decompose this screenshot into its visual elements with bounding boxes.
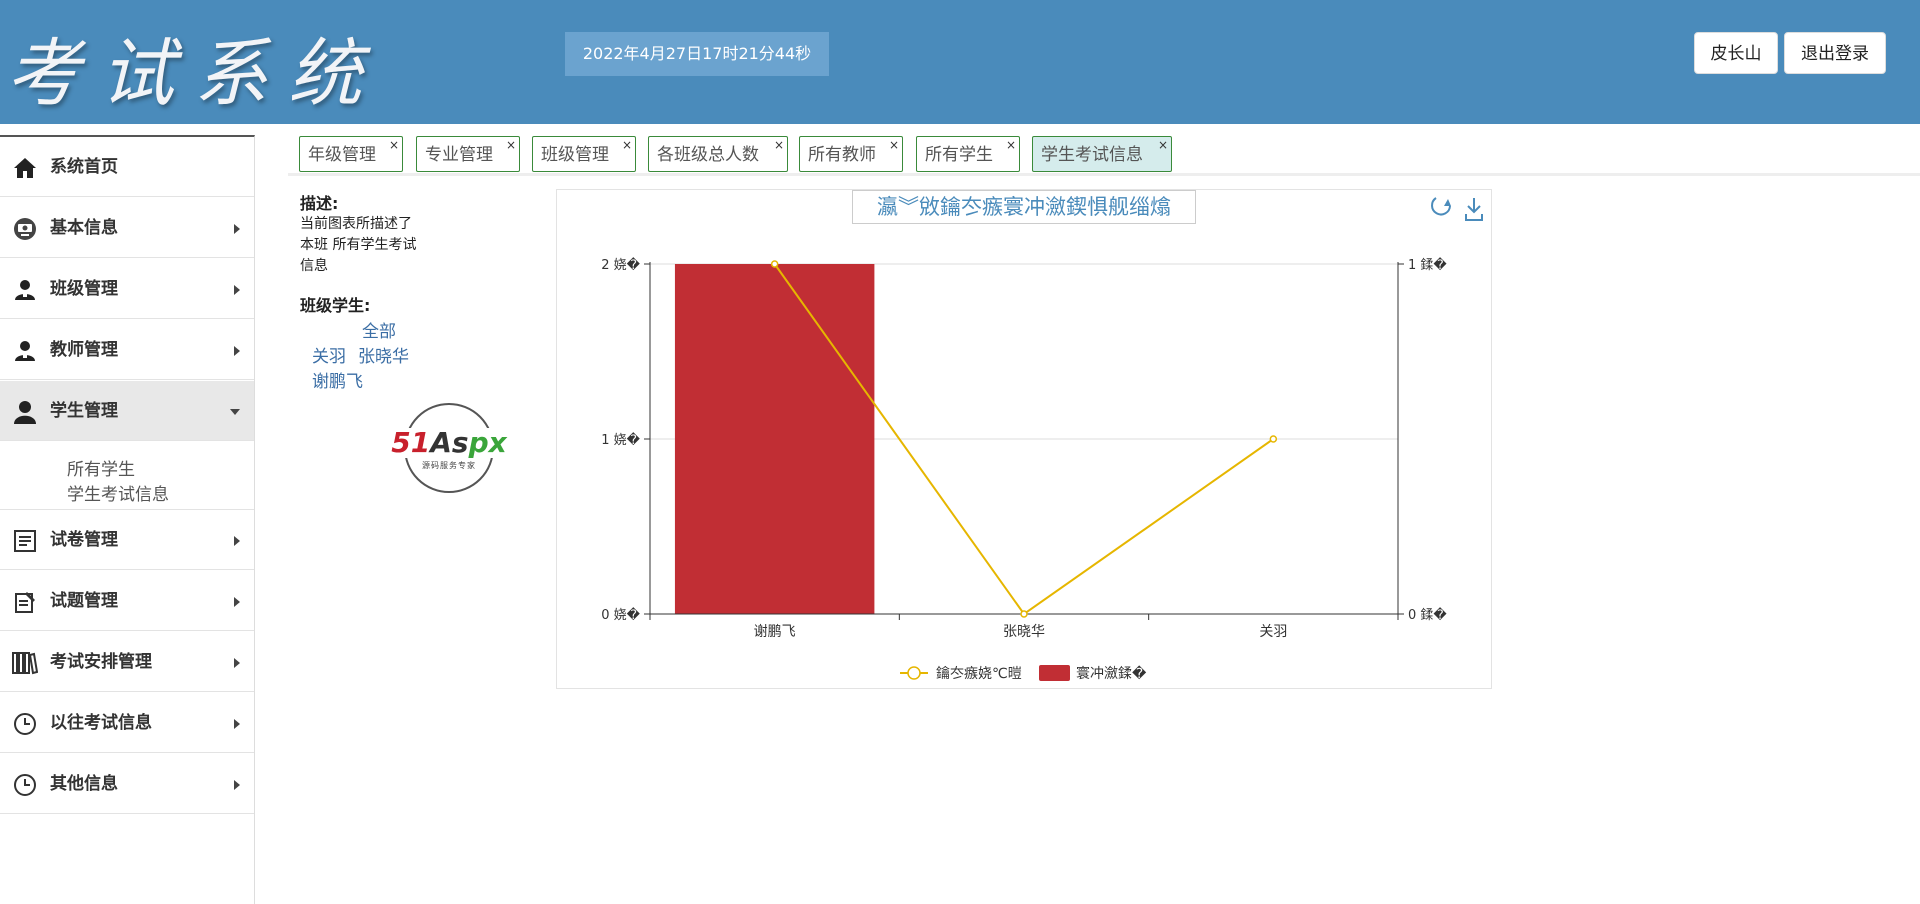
tab-bar: 年级管理 × 专业管理 × 班级管理 × 各班级总人数 × 所有教师 × 所有学…: [288, 133, 1920, 176]
user-icon: [12, 399, 38, 425]
student-link[interactable]: 关羽: [312, 342, 346, 367]
close-icon[interactable]: ×: [774, 127, 784, 163]
sidebar-item-label: 试卷管理: [50, 530, 118, 550]
users-icon: [12, 338, 38, 364]
tab-label: 所有教师: [808, 145, 876, 165]
clock-icon: [12, 772, 38, 798]
tab-student-exam-info[interactable]: 学生考试信息 ×: [1032, 136, 1172, 172]
chevron-right-icon: [234, 597, 240, 607]
sidebar-item-label: 基本信息: [50, 218, 118, 238]
description-title: 描述:: [300, 194, 339, 213]
close-icon[interactable]: ×: [889, 127, 899, 163]
chevron-right-icon: [234, 780, 240, 790]
header-bar: 考试系统 2022年4月27日17时21分44秒 皮长山 退出登录: [0, 0, 1920, 124]
sidebar-item-past-exams[interactable]: 以往考试信息: [0, 693, 254, 753]
chevron-right-icon: [234, 224, 240, 234]
sidebar-item-paper-management[interactable]: 试卷管理: [0, 510, 254, 570]
document-icon: [12, 528, 38, 554]
sidebar-item-basic-info[interactable]: 基本信息: [0, 198, 254, 258]
current-datetime: 2022年4月27日17时21分44秒: [565, 32, 829, 76]
sidebar-item-other-info[interactable]: 其他信息: [0, 754, 254, 814]
home-icon: [12, 155, 38, 181]
sidebar-item-label: 系统首页: [50, 157, 118, 177]
sidebar-item-teacher-management[interactable]: 教师管理: [0, 320, 254, 380]
tab-label: 学生考试信息: [1041, 145, 1143, 165]
student-link-all[interactable]: 全部: [362, 317, 396, 342]
brand-logo: 51Aspx: [384, 428, 514, 458]
tab-label: 专业管理: [425, 145, 493, 165]
brand-subtitle: 源码服务专家: [422, 461, 476, 470]
tab-all-students[interactable]: 所有学生 ×: [916, 136, 1020, 172]
chevron-right-icon: [234, 285, 240, 295]
student-link[interactable]: 谢鹏飞: [312, 367, 363, 392]
logout-button[interactable]: 退出登录: [1784, 32, 1886, 74]
students-title: 班级学生:: [300, 296, 371, 315]
student-link[interactable]: 张晓华: [358, 342, 409, 367]
app-logo: 考试系统: [6, 31, 382, 117]
submenu-all-students[interactable]: 所有学生: [67, 455, 135, 480]
close-icon[interactable]: ×: [1158, 127, 1168, 163]
sidebar-item-label: 学生管理: [50, 401, 118, 421]
close-icon[interactable]: ×: [389, 127, 399, 163]
sidebar-item-student-management[interactable]: 学生管理: [0, 381, 254, 441]
user-button[interactable]: 皮长山: [1694, 32, 1778, 74]
chevron-right-icon: [234, 536, 240, 546]
tab-all-teachers[interactable]: 所有教师 ×: [799, 136, 903, 172]
users-icon: [12, 277, 38, 303]
sidebar-item-home[interactable]: 系统首页: [0, 137, 254, 197]
chevron-right-icon: [234, 346, 240, 356]
sidebar-item-class-management[interactable]: 班级管理: [0, 259, 254, 319]
sidebar-item-label: 教师管理: [50, 340, 118, 360]
chevron-right-icon: [234, 719, 240, 729]
submenu-student-exam-info[interactable]: 学生考试信息: [67, 480, 169, 505]
description-line: 本班 所有学生考试: [300, 237, 417, 253]
tab-label: 所有学生: [925, 145, 993, 165]
tab-class-totals[interactable]: 各班级总人数 ×: [648, 136, 788, 172]
chevron-down-icon: [230, 409, 240, 415]
clock-icon: [12, 711, 38, 737]
close-icon[interactable]: ×: [622, 127, 632, 163]
chart-title: 瀛︾敓鑰冭瘯寰冲瀲鍥惧舰缁熻: [852, 190, 1196, 224]
close-icon[interactable]: ×: [1006, 127, 1016, 163]
tab-label: 班级管理: [541, 145, 609, 165]
tab-label: 年级管理: [308, 145, 376, 165]
close-icon[interactable]: ×: [506, 127, 516, 163]
tab-label: 各班级总人数: [657, 145, 759, 165]
description-text: 当前图表所描述了 本班 所有学生考试 信息: [300, 214, 440, 277]
sidebar-item-label: 其他信息: [50, 774, 118, 794]
tab-major-management[interactable]: 专业管理 ×: [416, 136, 520, 172]
sidebar-item-label: 试题管理: [50, 591, 118, 611]
chevron-right-icon: [234, 658, 240, 668]
sidebar-item-label: 考试安排管理: [50, 652, 152, 672]
books-icon: [12, 650, 38, 676]
sidebar-item-label: 以往考试信息: [50, 713, 152, 733]
sidebar-item-label: 班级管理: [50, 279, 118, 299]
sidebar-item-exam-schedule[interactable]: 考试安排管理: [0, 632, 254, 692]
tab-grade-management[interactable]: 年级管理 ×: [299, 136, 403, 172]
tab-class-management[interactable]: 班级管理 ×: [532, 136, 636, 172]
edit-icon: [12, 589, 38, 615]
description-line: 信息: [300, 258, 328, 274]
dashboard-icon: [12, 216, 38, 242]
description-line: 当前图表所描述了: [300, 216, 412, 232]
sidebar-item-question-management[interactable]: 试题管理: [0, 571, 254, 631]
student-submenu: 所有学生 学生考试信息: [0, 447, 254, 510]
sidebar: 系统首页 基本信息 班级管理 教师管理 学生管理 所有学生 学生考试信息 试卷管…: [0, 135, 255, 904]
chart-panel: [556, 189, 1492, 689]
